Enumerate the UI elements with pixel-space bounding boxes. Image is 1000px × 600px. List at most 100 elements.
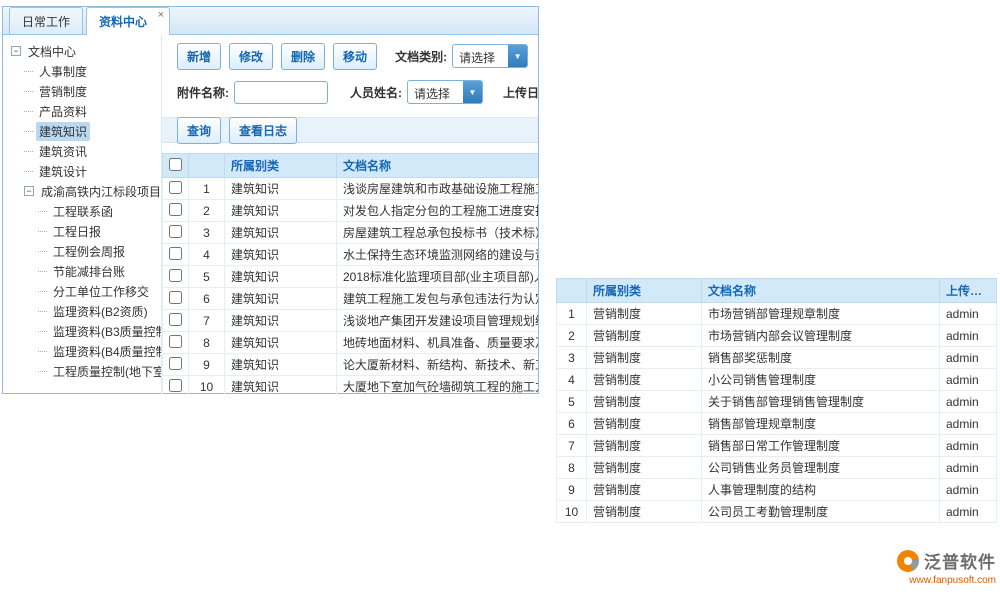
- column-header-uploader[interactable]: 上传…: [940, 279, 997, 303]
- tree-item[interactable]: 监理资料(B2资质): [11, 301, 161, 321]
- row-checkbox[interactable]: [169, 379, 182, 392]
- person-name-select[interactable]: 请选择 ▼: [407, 80, 483, 104]
- table-row[interactable]: 1营销制度市场营销部管理规章制度admin: [557, 303, 997, 325]
- tree-item[interactable]: 分工单位工作移交: [11, 281, 161, 301]
- table-row[interactable]: 6营销制度销售部管理规章制度admin: [557, 413, 997, 435]
- row-checkbox[interactable]: [169, 269, 182, 282]
- tree-item[interactable]: −文档中心: [11, 41, 161, 61]
- chevron-down-icon[interactable]: ▼: [508, 45, 527, 67]
- table-row[interactable]: 9营销制度人事管理制度的结构admin: [557, 479, 997, 501]
- row-checkbox-cell: [163, 266, 189, 288]
- row-doc-name: 对发包人指定分包的工程施工进度安排...: [337, 200, 539, 222]
- table-row[interactable]: 7营销制度销售部日常工作管理制度admin: [557, 435, 997, 457]
- tree-item-label: 工程例会周报: [50, 242, 128, 261]
- table-row[interactable]: 10营销制度公司员工考勤管理制度admin: [557, 501, 997, 523]
- row-number: 1: [557, 303, 587, 325]
- table-row[interactable]: 2建筑知识对发包人指定分包的工程施工进度安排...: [163, 200, 539, 222]
- row-number: 4: [557, 369, 587, 391]
- tree-item[interactable]: 人事制度: [11, 61, 161, 81]
- attachment-name-input[interactable]: [234, 81, 328, 104]
- tab-data-center[interactable]: 资料中心 ×: [86, 7, 170, 35]
- move-button[interactable]: 移动: [333, 43, 377, 70]
- row-category: 建筑知识: [225, 244, 337, 266]
- row-doc-name: 市场营销部管理规章制度: [702, 303, 940, 325]
- tree-connector: [38, 371, 47, 372]
- query-button[interactable]: 查询: [177, 117, 221, 144]
- column-header-category[interactable]: 所属别类: [587, 279, 702, 303]
- toolbar-filters: 附件名称: 人员姓名: 请选择 ▼ 上传日期: [162, 79, 538, 105]
- tab-daily-work[interactable]: 日常工作: [9, 7, 83, 34]
- tree-item[interactable]: 建筑知识: [11, 121, 161, 141]
- table-row[interactable]: 4营销制度小公司销售管理制度admin: [557, 369, 997, 391]
- table-row[interactable]: 5建筑知识2018标准化监理项目部(业主项目部)人员...: [163, 266, 539, 288]
- document-table: 所属别类 文档名称 1建筑知识浅谈房屋建筑和市政基础设施工程施工...2建筑知识…: [162, 153, 538, 394]
- table-row[interactable]: 6建筑知识建筑工程施工发包与承包违法行为认定...: [163, 288, 539, 310]
- row-number: 7: [189, 310, 225, 332]
- data-center-window: 日常工作 资料中心 × −文档中心人事制度营销制度产品资料建筑知识建筑资讯建筑设…: [2, 6, 539, 394]
- tree-connector: [24, 111, 33, 112]
- row-checkbox[interactable]: [169, 181, 182, 194]
- tree-item[interactable]: 营销制度: [11, 81, 161, 101]
- table-row[interactable]: 9建筑知识论大厦新材料、新结构、新技术、新工...: [163, 354, 539, 376]
- column-header-name[interactable]: 文档名称: [702, 279, 940, 303]
- row-checkbox[interactable]: [169, 247, 182, 260]
- row-category: 建筑知识: [225, 288, 337, 310]
- collapse-icon[interactable]: −: [24, 186, 34, 196]
- chevron-down-icon[interactable]: ▼: [463, 81, 482, 103]
- row-doc-name: 房屋建筑工程总承包投标书（技术标）...: [337, 222, 539, 244]
- tree-item[interactable]: 工程联系函: [11, 201, 161, 221]
- delete-button[interactable]: 删除: [281, 43, 325, 70]
- tree-item[interactable]: 建筑资讯: [11, 141, 161, 161]
- tree-item[interactable]: −成渝高铁内江标段项目: [11, 181, 161, 201]
- tree-item-label: 人事制度: [36, 62, 90, 81]
- row-checkbox[interactable]: [169, 357, 182, 370]
- view-log-button[interactable]: 查看日志: [229, 117, 297, 144]
- tree-item[interactable]: 监理资料(B4质量控制): [11, 341, 161, 361]
- row-uploader: admin: [940, 501, 997, 523]
- tree-item[interactable]: 工程质量控制(地下室): [11, 361, 161, 381]
- close-icon[interactable]: ×: [158, 9, 164, 21]
- row-category: 建筑知识: [225, 354, 337, 376]
- column-header-name[interactable]: 文档名称: [337, 154, 539, 178]
- edit-button[interactable]: 修改: [229, 43, 273, 70]
- fanpu-logo-icon: [897, 550, 919, 572]
- table-row[interactable]: 3建筑知识房屋建筑工程总承包投标书（技术标）...: [163, 222, 539, 244]
- tree-item-label: 节能减排台账: [50, 262, 128, 281]
- tree-item[interactable]: 建筑设计: [11, 161, 161, 181]
- row-doc-name: 浅谈地产集团开发建设项目管理规划编...: [337, 310, 539, 332]
- row-number: 10: [557, 501, 587, 523]
- table-row[interactable]: 10建筑知识大厦地下室加气砼墙砌筑工程的施工方...: [163, 376, 539, 395]
- tree-item[interactable]: 工程日报: [11, 221, 161, 241]
- table-row[interactable]: 5营销制度关于销售部管理销售管理制度admin: [557, 391, 997, 413]
- add-button[interactable]: 新增: [177, 43, 221, 70]
- table-row[interactable]: 4建筑知识水土保持生态环境监测网络的建设与资...: [163, 244, 539, 266]
- table-row[interactable]: 7建筑知识浅谈地产集团开发建设项目管理规划编...: [163, 310, 539, 332]
- doc-category-select[interactable]: 请选择 ▼: [452, 44, 528, 68]
- tree-item[interactable]: 节能减排台账: [11, 261, 161, 281]
- tree-item[interactable]: 产品资料: [11, 101, 161, 121]
- row-doc-name: 地砖地面材料、机具准备、质量要求及...: [337, 332, 539, 354]
- row-category: 建筑知识: [225, 200, 337, 222]
- marketing-table-body: 1营销制度市场营销部管理规章制度admin2营销制度市场营销内部会议管理制度ad…: [557, 303, 997, 523]
- row-doc-name: 人事管理制度的结构: [702, 479, 940, 501]
- select-all-checkbox[interactable]: [169, 158, 182, 171]
- table-row[interactable]: 3营销制度销售部奖惩制度admin: [557, 347, 997, 369]
- column-header-category[interactable]: 所属别类: [225, 154, 337, 178]
- row-checkbox[interactable]: [169, 335, 182, 348]
- row-checkbox[interactable]: [169, 203, 182, 216]
- collapse-icon[interactable]: −: [11, 46, 21, 56]
- row-category: 营销制度: [587, 325, 702, 347]
- row-checkbox[interactable]: [169, 291, 182, 304]
- row-doc-name: 销售部奖惩制度: [702, 347, 940, 369]
- row-checkbox[interactable]: [169, 225, 182, 238]
- tree-item[interactable]: 监理资料(B3质量控制): [11, 321, 161, 341]
- row-category: 营销制度: [587, 369, 702, 391]
- person-name-value: 请选择: [408, 81, 463, 103]
- table-row[interactable]: 8营销制度公司销售业务员管理制度admin: [557, 457, 997, 479]
- table-row[interactable]: 2营销制度市场营销内部会议管理制度admin: [557, 325, 997, 347]
- tree-item[interactable]: 工程例会周报: [11, 241, 161, 261]
- row-number: 2: [189, 200, 225, 222]
- table-row[interactable]: 1建筑知识浅谈房屋建筑和市政基础设施工程施工...: [163, 178, 539, 200]
- row-checkbox[interactable]: [169, 313, 182, 326]
- table-row[interactable]: 8建筑知识地砖地面材料、机具准备、质量要求及...: [163, 332, 539, 354]
